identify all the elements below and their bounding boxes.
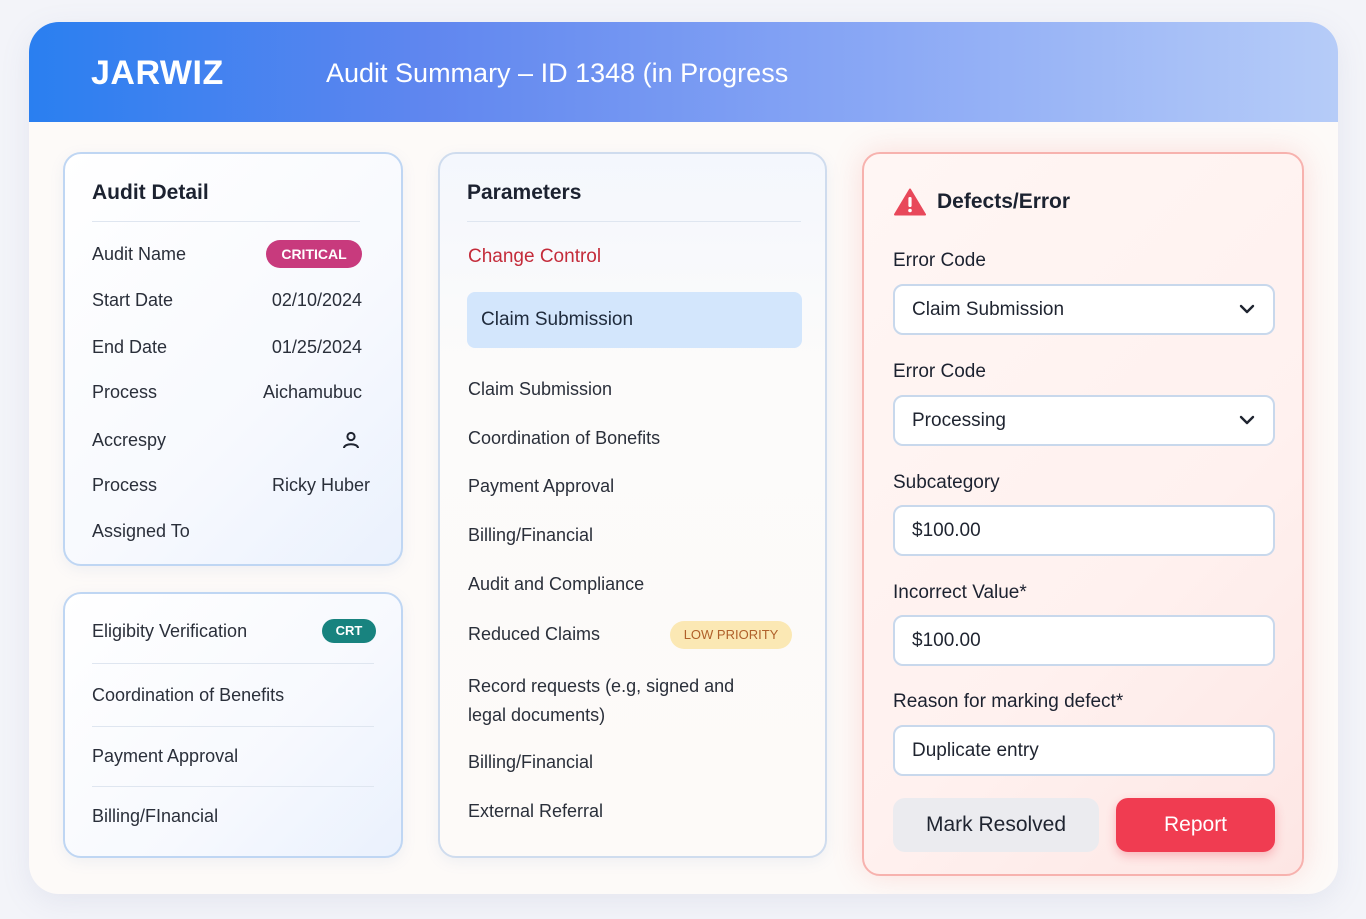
incorrect-value-label: Incorrect Value* bbox=[893, 582, 1027, 603]
list-item[interactable]: Billing/FInancial bbox=[92, 806, 218, 827]
parameter-item-selected[interactable]: Claim Submission bbox=[467, 292, 802, 348]
list-item[interactable]: Eligibity Verification bbox=[92, 621, 247, 642]
critical-badge: CRITICAL bbox=[266, 240, 362, 268]
parameters-card: Parameters Change Control Claim Submissi… bbox=[438, 152, 827, 858]
parameter-item[interactable]: External Referral bbox=[468, 801, 603, 822]
verification-list-card: Eligibity Verification CRT Coordination … bbox=[63, 592, 403, 858]
parameter-item[interactable]: Coordination of Bonefits bbox=[468, 428, 660, 449]
incorrect-value-field[interactable]: $100.00 bbox=[893, 615, 1275, 666]
audit-detail-card: Audit Detail Audit Name CRITICAL Start D… bbox=[63, 152, 403, 566]
page-title: Audit Summary – ID 1348 (in Progress bbox=[326, 58, 789, 88]
start-date-label: Start Date bbox=[92, 290, 174, 310]
process-value: Aichamubuc bbox=[262, 382, 362, 402]
process-owner-value: Ricky Huber bbox=[271, 475, 370, 495]
divider bbox=[92, 221, 360, 222]
error-code-label: Error Code bbox=[893, 361, 986, 382]
divider bbox=[92, 663, 374, 664]
accrespy-label: Accrespy bbox=[92, 430, 167, 450]
defects-card: Defects/Error Error Code Claim Submissio… bbox=[862, 152, 1304, 876]
end-date-label: End Date bbox=[92, 337, 168, 357]
warning-icon bbox=[894, 188, 926, 216]
parameter-item[interactable]: Payment Approval bbox=[468, 476, 614, 497]
process-owner-label: Process bbox=[92, 475, 158, 495]
low-priority-badge: LOW PRIORITY bbox=[670, 621, 792, 649]
change-control-link[interactable]: Change Control bbox=[468, 246, 601, 268]
user-icon[interactable] bbox=[341, 430, 361, 450]
parameter-item[interactable]: Record requests (e.g, signed and legal d… bbox=[468, 672, 768, 730]
divider bbox=[467, 221, 801, 222]
error-code-value: Processing bbox=[912, 410, 1006, 431]
error-code-value: Claim Submission bbox=[912, 299, 1065, 320]
parameter-item[interactable]: Audit and Compliance bbox=[468, 574, 644, 595]
audit-name-label: Audit Name bbox=[92, 244, 187, 264]
error-code-select[interactable]: Processing bbox=[893, 395, 1275, 446]
parameters-title: Parameters bbox=[467, 181, 582, 204]
parameter-item[interactable]: Billing/Financial bbox=[468, 525, 593, 546]
report-button[interactable]: Report bbox=[1116, 798, 1275, 852]
process-label: Process bbox=[92, 382, 158, 402]
reason-field[interactable]: Duplicate entry bbox=[893, 725, 1275, 776]
defects-title: Defects/Error bbox=[937, 190, 1071, 213]
chevron-down-icon bbox=[1239, 415, 1255, 425]
parameter-item[interactable]: Reduced Claims bbox=[468, 624, 600, 645]
list-item[interactable]: Coordination of Benefits bbox=[92, 685, 284, 706]
chevron-down-icon bbox=[1239, 304, 1255, 314]
divider bbox=[92, 786, 374, 787]
error-code-select[interactable]: Claim Submission bbox=[893, 284, 1275, 335]
reason-label: Reason for marking defect* bbox=[893, 691, 1124, 712]
end-date-value: 01/25/2024 bbox=[271, 337, 362, 357]
crt-badge: CRT bbox=[322, 619, 376, 643]
header-bar: JARWIZ Audit Summary – ID 1348 (in Progr… bbox=[29, 22, 1338, 122]
subcategory-label: Subcategory bbox=[893, 472, 1000, 493]
mark-resolved-button[interactable]: Mark Resolved bbox=[893, 798, 1099, 852]
list-item[interactable]: Payment Approval bbox=[92, 746, 238, 767]
assigned-to-label: Assigned To bbox=[92, 521, 190, 541]
divider bbox=[92, 726, 374, 727]
app-window: JARWIZ Audit Summary – ID 1348 (in Progr… bbox=[29, 22, 1338, 894]
subcategory-field[interactable]: $100.00 bbox=[893, 505, 1275, 556]
parameter-item[interactable]: Claim Submission bbox=[468, 379, 612, 400]
brand-logo: JARWIZ bbox=[91, 54, 224, 92]
audit-detail-title: Audit Detail bbox=[92, 181, 209, 204]
start-date-value: 02/10/2024 bbox=[271, 290, 362, 310]
parameter-item[interactable]: Billing/Financial bbox=[468, 752, 593, 773]
error-code-label: Error Code bbox=[893, 250, 986, 271]
